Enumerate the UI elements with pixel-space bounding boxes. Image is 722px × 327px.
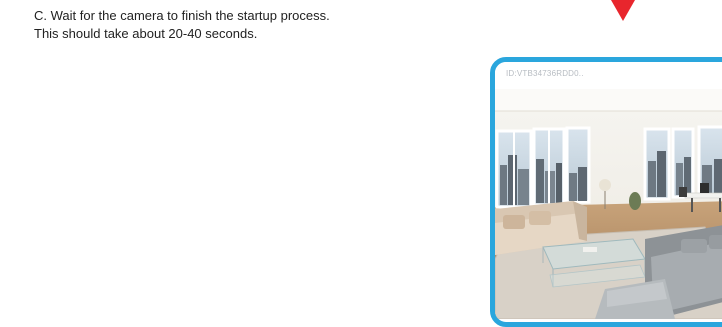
camera-id-bar: ID:VTB34736RDD0.. [495,62,722,90]
instruction-line-1: C. Wait for the camera to finish the sta… [34,8,330,23]
left-windows [495,126,591,209]
instruction-line-2: This should take about 20-40 seconds. [34,26,258,41]
living-room-image [495,89,722,319]
instruction-text: C. Wait for the camera to finish the sta… [34,7,474,43]
camera-preview-frame: ID:VTB34736RDD0.. [490,57,722,327]
down-arrow-icon [611,0,635,21]
camera-live-view [495,89,722,322]
camera-id-label: ID:VTB34736RDD0.. [506,69,584,78]
